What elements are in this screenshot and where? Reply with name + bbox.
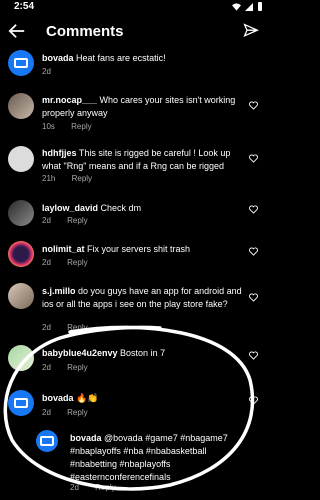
comment-meta: 2d Reply [42,363,88,372]
comment-username[interactable]: mr.nocap___ [42,95,97,105]
reply-button[interactable]: Reply [67,216,87,225]
comment-text: Boston in 7 [120,348,166,358]
comment-text: 🔥👏 [76,393,99,403]
avatar[interactable] [8,50,34,76]
comment-meta: 2d Reply [42,258,88,267]
comment-time: 10s [42,122,55,131]
send-icon[interactable] [243,23,259,39]
reply-button[interactable]: Reply [67,258,87,267]
avatar[interactable] [8,146,34,172]
heart-icon[interactable] [249,293,258,302]
comment-text: Heat fans are ecstatic! [76,53,166,63]
avatar[interactable] [36,430,58,452]
header: Comments [0,14,271,50]
avatar[interactable] [8,283,34,309]
comment-meta: 2d Reply [70,483,116,492]
heart-icon[interactable] [249,154,258,163]
comment-text: Check dm [100,203,142,213]
heart-icon[interactable] [249,351,258,360]
heart-icon[interactable] [249,205,258,214]
avatar[interactable] [8,345,34,371]
comment-meta: 2d Reply [42,323,88,332]
reply-button[interactable]: Reply [67,323,87,332]
back-arrow-icon[interactable] [8,22,26,40]
status-bar: 2:54 [0,0,271,14]
comment-time: 2d [42,408,51,417]
comment-time: 2d [70,483,79,492]
reply-button[interactable]: Reply [71,122,91,131]
reply-button[interactable]: Reply [67,408,87,417]
comment-time: 2d [42,216,51,225]
comment-meta: 2d Reply [42,216,88,225]
avatar[interactable] [8,93,34,119]
avatar[interactable] [8,200,34,226]
comment-username[interactable]: bovada [42,53,74,63]
status-time: 2:54 [14,1,35,12]
comment-username[interactable]: laylow_david [42,203,98,213]
comment-time: 2d [42,323,51,332]
avatar[interactable] [8,390,34,416]
comment-text: Fix your servers shit trash [87,244,191,254]
reply-button[interactable]: Reply [72,174,92,183]
comment-username[interactable]: babyblue4u2envy [42,348,118,358]
comment-username[interactable]: s.j.millo [42,286,76,296]
heart-icon[interactable] [249,247,258,256]
signal-icon [245,2,253,11]
comment-meta: 10s Reply [42,122,92,131]
comment-meta: 2d Reply [42,408,88,417]
comment-meta: 2d [42,67,51,76]
comment-meta: 21h Reply [42,174,92,183]
comment-username[interactable]: hdhfjjes [42,148,77,158]
battery-icon [258,2,262,11]
wifi-icon [232,2,241,11]
status-icons [232,2,263,11]
heart-icon[interactable] [249,101,258,110]
comment-username[interactable]: nolimit_at [42,244,85,254]
comment-username[interactable]: bovada [42,393,74,403]
heart-icon[interactable] [249,396,258,405]
comment-time: 2d [42,258,51,267]
comment-time: 2d [42,67,51,76]
comment-time: 2d [42,363,51,372]
comment-time: 21h [42,174,56,183]
comment-username[interactable]: bovada [70,433,102,443]
page-title: Comments [46,23,124,40]
reply-button[interactable]: Reply [95,483,115,492]
avatar[interactable] [8,241,34,267]
reply-button[interactable]: Reply [67,363,87,372]
